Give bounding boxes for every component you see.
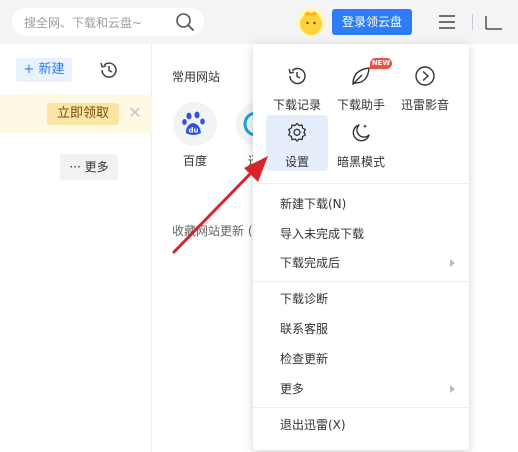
submenu-arrow-icon	[450, 259, 455, 267]
menu-separator	[253, 281, 469, 282]
menu-item-import-unfinished[interactable]: 导入未完成下载	[253, 220, 469, 248]
search-icon[interactable]	[174, 11, 196, 33]
svg-text:du: du	[189, 127, 199, 135]
toolbar-divider	[472, 14, 473, 30]
more-button[interactable]: ··· 更多	[60, 154, 118, 180]
baidu-site-icon[interactable]: du	[173, 102, 217, 146]
menu-item-contact-support[interactable]: 联系客服	[253, 315, 469, 343]
avatar-icon	[300, 11, 322, 35]
close-icon[interactable]: ✕	[126, 103, 144, 123]
search-input[interactable]: 搜全网、下载和云盘~	[24, 14, 142, 31]
submenu-arrow-icon	[450, 385, 455, 393]
baidu-paw-icon: du	[182, 111, 205, 135]
menu-grid-xunlei-player[interactable]: 迅雷影音	[394, 58, 456, 114]
sidebar: + 新建 立即领取 ✕ ··· 更多	[0, 44, 152, 452]
menu-grid-label: 暗黑模式	[336, 155, 385, 169]
avatar[interactable]	[296, 7, 326, 37]
menu-grid-label: 设置	[284, 155, 309, 169]
menu-item-label: 更多	[280, 382, 305, 396]
gear-icon	[288, 122, 306, 142]
menu-grid-label: 下载记录	[272, 98, 321, 112]
menu-item-new-download[interactable]: 新建下载(N)	[253, 190, 469, 218]
menu-grid-download-history[interactable]: 下载记录	[266, 58, 328, 114]
menu-item-after-download[interactable]: 下载完成后	[253, 249, 469, 277]
moon-icon	[352, 124, 370, 142]
promo-banner: 立即领取 ✕	[0, 95, 152, 133]
menu-grid-settings[interactable]: 设置	[266, 115, 328, 171]
menu-separator	[253, 183, 469, 184]
menu-item-label: 下载完成后	[280, 256, 341, 270]
menu-grid-label: 迅雷影音	[400, 98, 449, 112]
history-icon[interactable]	[98, 59, 120, 81]
site-label-baidu: 百度	[182, 154, 207, 168]
search-box[interactable]: 搜全网、下载和云盘~	[12, 8, 204, 36]
favorites-update-label: 收藏网站更新 (	[172, 224, 253, 238]
title-bar: 搜全网、下载和云盘~ 登录领云盘	[0, 0, 518, 44]
menu-grid-label: 下载助手	[336, 98, 385, 112]
window-minimize-icon[interactable]	[484, 13, 504, 31]
login-button[interactable]: 登录领云盘	[332, 9, 412, 35]
main-dropdown-menu: 下载记录 NEW 下载助手 迅雷影音 设置 暗黑模式 新建下载(N) 导入未完成…	[253, 44, 469, 450]
clock-icon	[288, 67, 306, 85]
content-area	[172, 244, 262, 452]
menu-grid-download-assistant[interactable]: NEW 下载助手	[330, 58, 392, 114]
menu-separator	[253, 407, 469, 408]
new-download-button[interactable]: + 新建	[16, 58, 72, 82]
claim-now-button[interactable]: 立即领取	[47, 103, 119, 125]
menu-item-check-updates[interactable]: 检查更新	[253, 345, 469, 373]
hamburger-menu-icon[interactable]	[438, 12, 456, 32]
menu-item-download-diagnosis[interactable]: 下载诊断	[253, 285, 469, 313]
menu-grid-dark-mode[interactable]: 暗黑模式	[330, 115, 392, 171]
section-title: 常用网站	[172, 70, 221, 84]
play-circle-icon	[415, 66, 435, 86]
menu-item-more[interactable]: 更多	[253, 375, 469, 403]
menu-item-exit[interactable]: 退出迅雷(X)	[253, 411, 469, 439]
new-badge: NEW	[370, 58, 392, 69]
